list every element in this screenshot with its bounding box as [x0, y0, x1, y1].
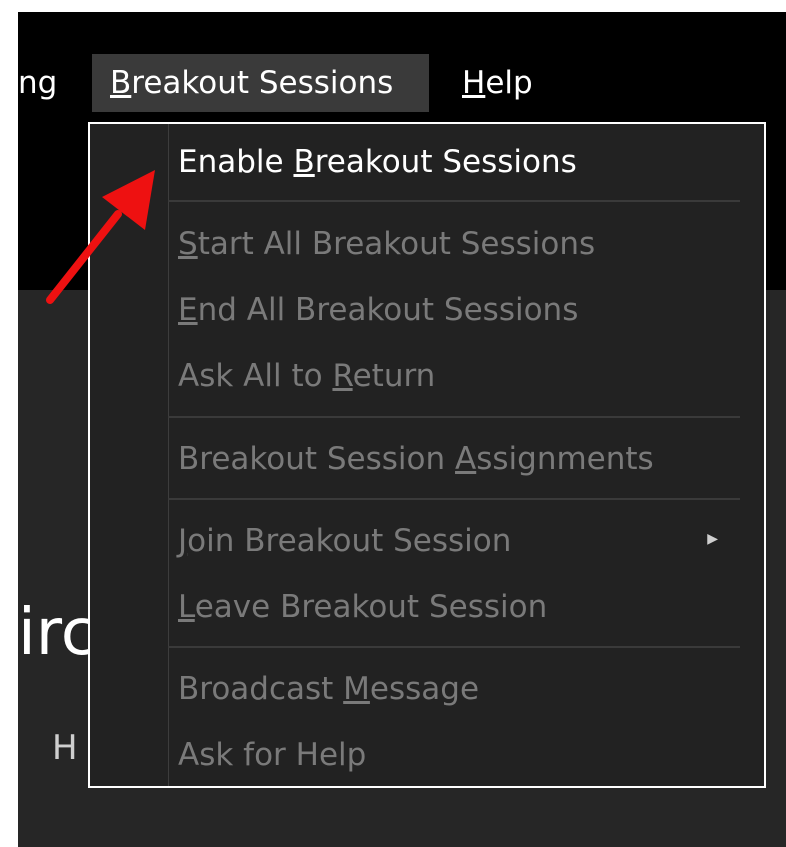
- menu-item-start-all-breakout-sessions[interactable]: Start All Breakout Sessions: [178, 216, 740, 272]
- menu-item-join-breakout-session[interactable]: Join Breakout Session ▶: [178, 513, 740, 569]
- accel-b: B: [110, 65, 132, 101]
- background-subtext-fragment: H: [52, 728, 78, 768]
- submenu-arrow-icon: ▶: [707, 531, 718, 547]
- menubar-item-partial[interactable]: ng: [18, 54, 57, 112]
- breakout-sessions-dropdown: Enable Breakout Sessions Start All Break…: [88, 122, 766, 788]
- menu-item-broadcast-message[interactable]: Broadcast Message: [178, 661, 740, 717]
- menu-item-breakout-session-assignments[interactable]: Breakout Session Assignments: [178, 431, 740, 487]
- accel-h: H: [462, 65, 486, 101]
- menu-separator: [168, 498, 740, 500]
- menu-separator: [168, 200, 740, 202]
- menu-item-end-all-breakout-sessions[interactable]: End All Breakout Sessions: [178, 282, 740, 338]
- menubar-item-breakout-rest: reakout Sessions: [131, 65, 394, 101]
- menu-item-enable-breakout-sessions[interactable]: Enable Breakout Sessions: [178, 134, 740, 190]
- menu-item-leave-breakout-session[interactable]: Leave Breakout Session: [178, 579, 740, 635]
- menu-separator: [168, 646, 740, 648]
- menu-item-ask-all-to-return[interactable]: Ask All to Return: [178, 348, 740, 404]
- background-heading-fragment: irc: [18, 596, 96, 670]
- menubar-item-help-rest: elp: [485, 65, 533, 101]
- menu-gutter-divider: [168, 124, 169, 786]
- menubar-item-help[interactable]: Help: [462, 54, 533, 112]
- menubar-item-breakout-sessions[interactable]: Breakout Sessions: [92, 54, 429, 112]
- menu-separator: [168, 416, 740, 418]
- menu-item-ask-for-help[interactable]: Ask for Help: [178, 727, 740, 783]
